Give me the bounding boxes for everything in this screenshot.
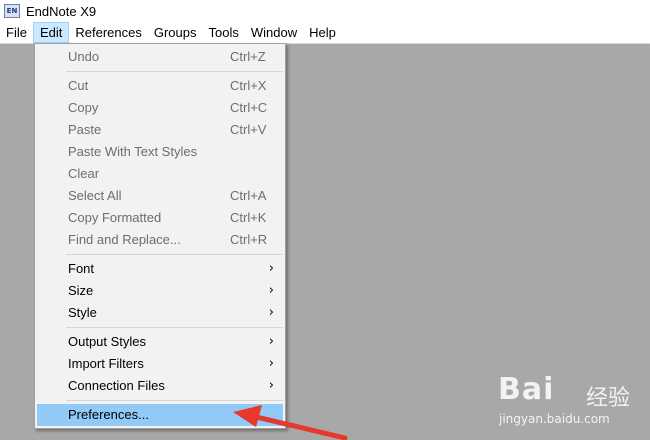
menu-item-cut[interactable]: Cut Ctrl+X bbox=[37, 75, 283, 97]
endnote-app-icon: EN bbox=[4, 4, 20, 18]
menu-item-label: Preferences... bbox=[68, 407, 149, 422]
menu-item-label: Font bbox=[68, 261, 95, 276]
watermark-cn-text: 经验 bbox=[586, 386, 631, 411]
menu-item-copy[interactable]: Copy Ctrl+C bbox=[37, 97, 283, 119]
menu-item-size[interactable]: Size › bbox=[37, 280, 283, 302]
menu-item-label: Paste bbox=[68, 122, 102, 137]
submenu-arrow-icon: › bbox=[268, 305, 274, 320]
menu-item-label: Clear bbox=[68, 166, 100, 181]
window-title: EndNote X9 bbox=[26, 3, 97, 19]
shortcut-label: Ctrl+C bbox=[230, 100, 268, 115]
shortcut-label: Ctrl+V bbox=[230, 122, 267, 137]
menu-file[interactable]: File bbox=[0, 22, 33, 43]
menu-item-clear[interactable]: Clear bbox=[37, 163, 283, 185]
menu-item-select-all[interactable]: Select All Ctrl+A bbox=[37, 185, 283, 207]
menu-item-label: Find and Replace... bbox=[68, 232, 181, 247]
menu-item-undo[interactable]: Undo Ctrl+Z bbox=[37, 46, 283, 68]
menu-help[interactable]: Help bbox=[303, 22, 342, 43]
menu-separator bbox=[66, 400, 283, 401]
menu-item-import-filters[interactable]: Import Filters › bbox=[37, 353, 283, 375]
submenu-arrow-icon: › bbox=[268, 334, 274, 349]
menu-item-label: Select All bbox=[68, 188, 122, 203]
menu-item-paste[interactable]: Paste Ctrl+V bbox=[37, 119, 283, 141]
shortcut-label: Ctrl+K bbox=[230, 210, 267, 225]
menu-references[interactable]: References bbox=[69, 22, 147, 43]
menu-item-output-styles[interactable]: Output Styles › bbox=[37, 331, 283, 353]
menu-item-preferences[interactable]: Preferences... bbox=[37, 404, 283, 426]
menu-separator bbox=[66, 327, 283, 328]
menu-item-label: Import Filters bbox=[68, 356, 144, 371]
menu-bar: File Edit References Groups Tools Window… bbox=[0, 22, 650, 44]
submenu-arrow-icon: › bbox=[268, 261, 274, 276]
menu-item-style[interactable]: Style › bbox=[37, 302, 283, 324]
watermark-url: jingyan.baidu.com bbox=[499, 412, 610, 426]
submenu-arrow-icon: › bbox=[268, 356, 274, 371]
menu-item-label: Output Styles bbox=[68, 334, 147, 349]
menu-item-label: Style bbox=[68, 305, 97, 320]
menu-separator bbox=[66, 71, 283, 72]
menu-item-find-and-replace[interactable]: Find and Replace... Ctrl+R bbox=[37, 229, 283, 251]
baidu-jingyan-watermark: Bai 经验 jingyan.baidu.com bbox=[498, 372, 648, 436]
menu-item-label: Paste With Text Styles bbox=[68, 144, 198, 159]
menu-window[interactable]: Window bbox=[245, 22, 303, 43]
title-bar: EN EndNote X9 bbox=[0, 0, 650, 22]
shortcut-label: Ctrl+R bbox=[230, 232, 268, 247]
menu-groups[interactable]: Groups bbox=[148, 22, 203, 43]
menu-item-label: Connection Files bbox=[68, 378, 165, 393]
menu-item-label: Copy bbox=[68, 100, 99, 115]
shortcut-label: Ctrl+X bbox=[230, 78, 267, 93]
shortcut-label: Ctrl+A bbox=[230, 188, 267, 203]
menu-item-label: Size bbox=[68, 283, 94, 298]
submenu-arrow-icon: › bbox=[268, 283, 274, 298]
menu-item-font[interactable]: Font › bbox=[37, 258, 283, 280]
menu-tools[interactable]: Tools bbox=[202, 22, 244, 43]
menu-separator bbox=[66, 254, 283, 255]
menu-item-copy-formatted[interactable]: Copy Formatted Ctrl+K bbox=[37, 207, 283, 229]
menu-item-label: Copy Formatted bbox=[68, 210, 162, 225]
watermark-logo-text: Bai bbox=[498, 372, 555, 407]
menu-item-label: Cut bbox=[68, 78, 89, 93]
edit-dropdown-menu: Undo Ctrl+Z Cut Ctrl+X Copy Ctrl+C Paste… bbox=[34, 43, 286, 429]
menu-edit[interactable]: Edit bbox=[32, 22, 70, 43]
menu-item-paste-with-text-styles[interactable]: Paste With Text Styles bbox=[37, 141, 283, 163]
submenu-arrow-icon: › bbox=[268, 378, 274, 393]
shortcut-label: Ctrl+Z bbox=[230, 49, 266, 64]
menu-item-connection-files[interactable]: Connection Files › bbox=[37, 375, 283, 397]
menu-item-label: Undo bbox=[68, 49, 100, 64]
